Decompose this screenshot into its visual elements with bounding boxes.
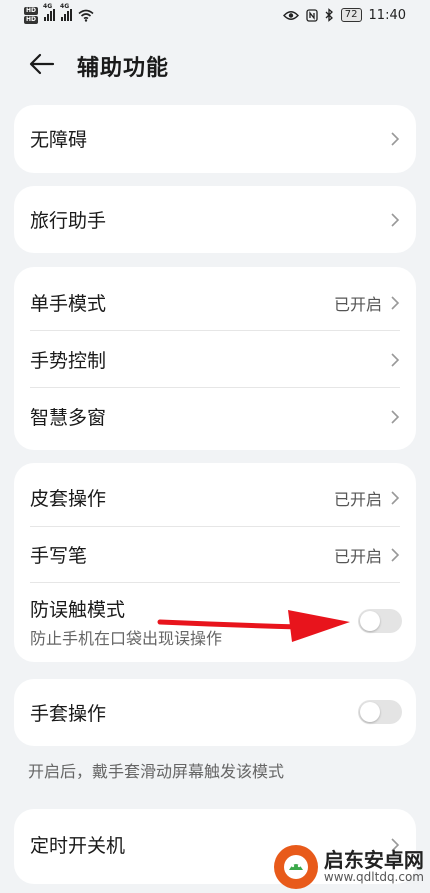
nfc-icon — [306, 8, 318, 22]
chevron-right-icon — [391, 409, 400, 424]
signal-icon: 4G — [60, 3, 73, 21]
multi-window-item[interactable]: 智慧多窗 — [14, 388, 416, 445]
status-bar: HD HD 4G 4G 72 11:40 — [0, 0, 430, 30]
cover-operation-label: 皮套操作 — [30, 488, 107, 510]
hardware-group-card: 皮套操作 已开启 手写笔 已开启 防误触模式 防止手机在口袋出现误操作 — [14, 463, 416, 662]
multi-window-label: 智慧多窗 — [30, 407, 107, 429]
travel-card: 旅行助手 — [14, 186, 416, 253]
chevron-right-icon — [391, 295, 400, 310]
hd-badge: HD — [24, 15, 39, 24]
chevron-right-icon — [391, 212, 400, 227]
accessibility-item[interactable]: 无障碍 — [14, 110, 416, 167]
toggle-knob — [360, 611, 380, 631]
gesture-group-card: 单手模式 已开启 手势控制 智慧多窗 — [14, 267, 416, 450]
one-hand-mode-label: 单手模式 — [30, 293, 107, 315]
status-left: HD HD 4G 4G — [24, 3, 94, 24]
network-type: 4G — [43, 3, 53, 10]
status-right: 72 11:40 — [282, 7, 406, 23]
one-hand-mode-item[interactable]: 单手模式 已开启 — [14, 274, 416, 331]
pocket-mode-description: 防止手机在口袋出现误操作 — [30, 629, 223, 648]
accessibility-label: 无障碍 — [30, 129, 88, 151]
stylus-status: 已开启 — [333, 546, 382, 566]
clock: 11:40 — [368, 7, 406, 23]
watermark: 启东安卓网 www.qdltdq.com — [273, 845, 424, 889]
arrow-left-icon — [29, 53, 55, 75]
watermark-name: 启东安卓网 — [323, 848, 424, 873]
accessibility-card: 无障碍 — [14, 105, 416, 173]
glove-hint: 开启后，戴手套滑动屏幕触发该模式 — [28, 762, 285, 781]
chevron-right-icon — [391, 352, 400, 367]
pocket-mode-toggle[interactable] — [358, 609, 402, 633]
wifi-icon — [78, 9, 94, 22]
watermark-url: www.qdltdq.com — [323, 870, 424, 885]
glove-operation-item: 手套操作 — [14, 684, 416, 741]
glove-operation-toggle[interactable] — [358, 700, 402, 724]
gesture-control-label: 手势控制 — [30, 350, 107, 372]
cover-operation-item[interactable]: 皮套操作 已开启 — [14, 469, 416, 526]
glove-card: 手套操作 — [14, 679, 416, 746]
chevron-right-icon — [391, 131, 400, 146]
page-header: 辅助功能 — [0, 40, 430, 88]
stylus-item[interactable]: 手写笔 已开启 — [14, 526, 416, 583]
pocket-mode-text: 防误触模式 防止手机在口袋出现误操作 — [30, 595, 222, 649]
network-type: 4G — [60, 3, 70, 10]
eye-icon — [282, 10, 299, 20]
travel-label: 旅行助手 — [30, 210, 107, 232]
pocket-mode-label: 防误触模式 — [30, 599, 126, 621]
chevron-right-icon — [391, 547, 400, 562]
toggle-knob — [360, 702, 380, 722]
back-button[interactable] — [24, 48, 60, 80]
signal-icon: 4G — [43, 3, 56, 21]
divider — [30, 582, 400, 583]
chevron-right-icon — [391, 490, 400, 505]
gesture-control-item[interactable]: 手势控制 — [14, 331, 416, 388]
cover-operation-status: 已开启 — [333, 489, 382, 509]
hd-badge: HD — [24, 6, 39, 15]
watermark-logo-icon — [273, 845, 318, 889]
hd-indicators: HD HD — [24, 6, 39, 24]
page-title: 辅助功能 — [77, 56, 170, 81]
bluetooth-icon — [325, 8, 333, 22]
glove-operation-label: 手套操作 — [30, 703, 107, 725]
android-icon — [283, 855, 308, 879]
one-hand-mode-status: 已开启 — [333, 294, 382, 314]
schedule-power-label: 定时开关机 — [30, 835, 126, 857]
battery-icon: 72 — [340, 8, 362, 22]
stylus-label: 手写笔 — [30, 545, 88, 567]
travel-item[interactable]: 旅行助手 — [14, 191, 416, 248]
